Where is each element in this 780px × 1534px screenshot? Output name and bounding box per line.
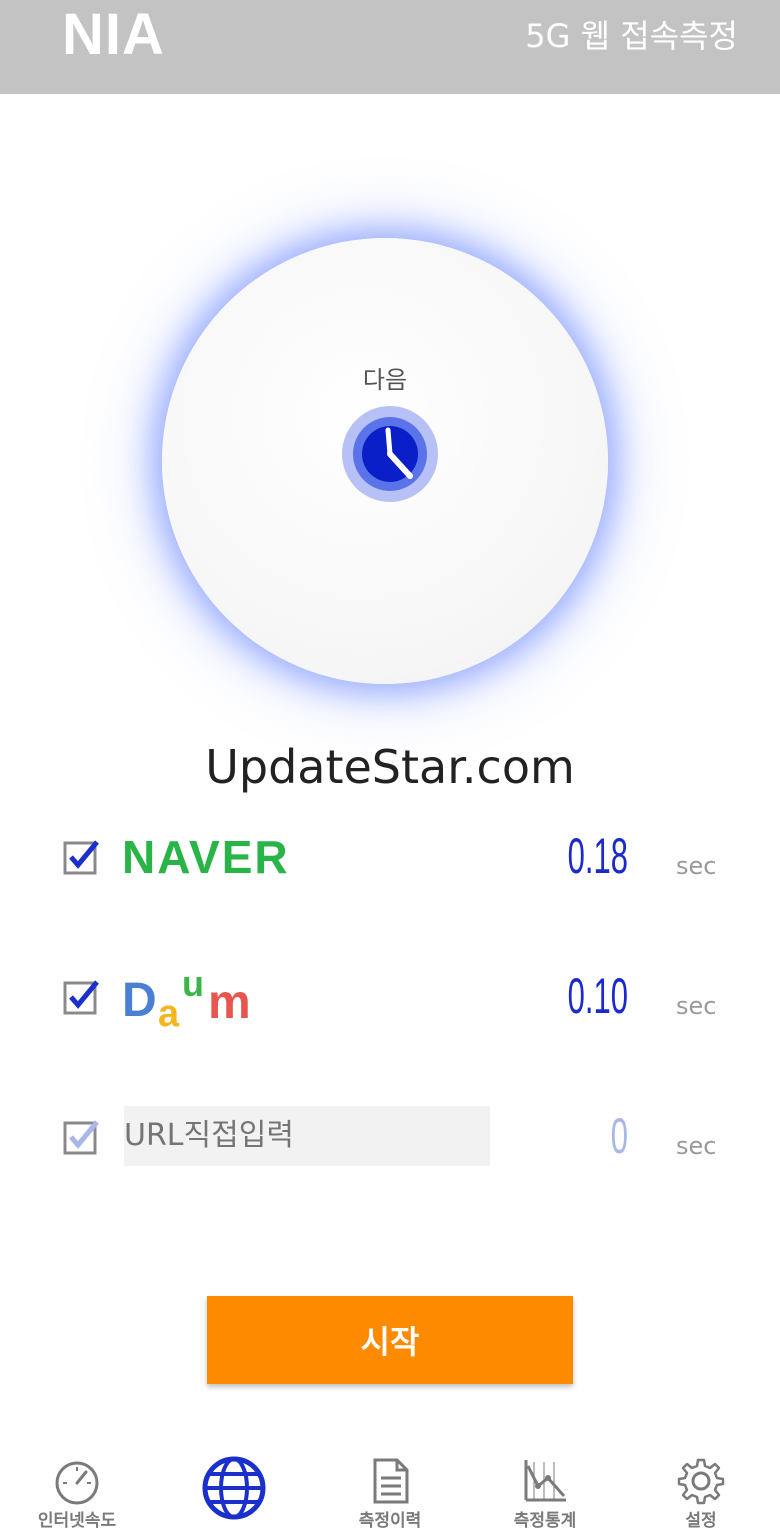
custom-url-response-time: 0 <box>610 1108 628 1164</box>
page-title: 5G 웹 접속측정 <box>525 17 738 55</box>
document-icon <box>373 1458 409 1504</box>
daum-letter-d: D <box>122 974 157 1027</box>
chart-icon <box>524 1460 566 1502</box>
dial-status-label: 다음 <box>362 366 408 394</box>
clock-icon <box>342 406 438 502</box>
nav-label-settings: 설정 <box>685 1511 717 1531</box>
nav-item-statistics[interactable]: 측정통계 <box>490 1440 600 1534</box>
start-button[interactable]: 시작 <box>207 1296 573 1384</box>
nav-label-internet-speed: 인터넷속도 <box>37 1511 117 1531</box>
nav-label-history: 측정이력 <box>358 1511 422 1531</box>
nav-item-settings[interactable]: 설정 <box>646 1440 756 1534</box>
naver-logo: NAVER <box>122 831 290 883</box>
speedometer-icon <box>55 1461 99 1505</box>
custom-url-checkbox[interactable] <box>62 1118 100 1156</box>
naver-checkbox[interactable] <box>62 838 100 876</box>
app-header: NIA 5G 웹 접속측정 <box>0 0 780 94</box>
daum-letter-a: a <box>158 993 180 1030</box>
measure-dial: 다음 <box>162 238 608 684</box>
nav-item-internet-speed[interactable]: 인터넷속도 <box>22 1440 132 1534</box>
nia-logo: NIA <box>62 2 165 67</box>
naver-response-time: 0.18 <box>567 828 628 884</box>
site-row-daum: D a u m 0.10 sec <box>0 958 780 1038</box>
daum-letter-m: m <box>208 976 251 1029</box>
url-input[interactable] <box>124 1106 490 1166</box>
nav-item-web-access[interactable] <box>178 1440 288 1534</box>
daum-unit: sec <box>676 992 717 1020</box>
daum-logo: D a u m <box>122 966 251 1030</box>
bottom-nav: 인터넷속도 측정이력 측정통계 설정 <box>0 1440 780 1534</box>
nav-item-history[interactable]: 측정이력 <box>335 1440 445 1534</box>
site-row-naver: NAVER 0.18 sec <box>0 818 780 898</box>
daum-letter-u: u <box>182 966 204 1004</box>
globe-icon <box>202 1456 266 1520</box>
naver-unit: sec <box>676 852 717 880</box>
gear-icon <box>677 1458 725 1505</box>
daum-checkbox[interactable] <box>62 978 100 1016</box>
custom-url-unit: sec <box>676 1132 717 1160</box>
site-row-custom-url: 0 sec <box>0 1098 780 1178</box>
nav-label-statistics: 측정통계 <box>513 1511 577 1531</box>
watermark-text: UpdateStar.com <box>205 740 575 794</box>
daum-response-time: 0.10 <box>567 968 628 1024</box>
